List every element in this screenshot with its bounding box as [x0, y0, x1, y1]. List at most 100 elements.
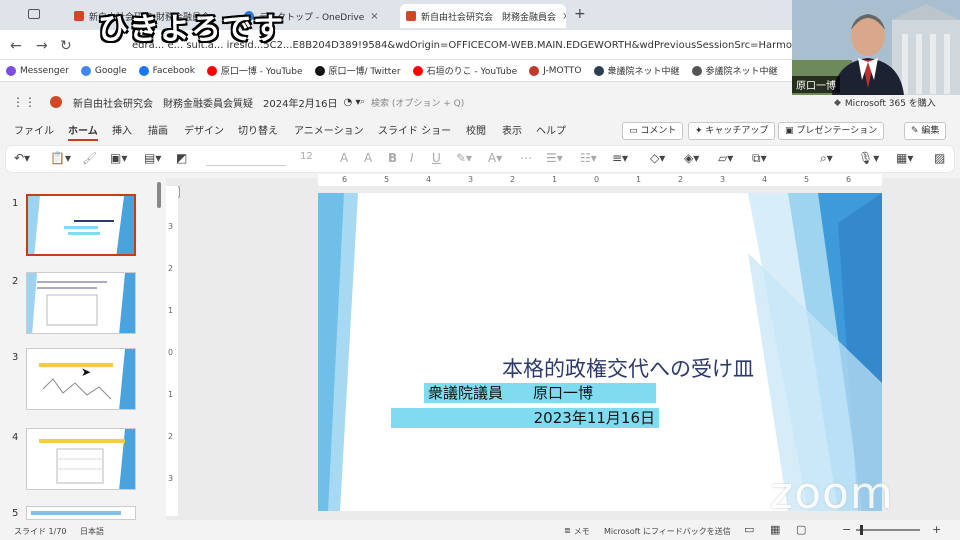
- align-icon[interactable]: ≡▾: [612, 151, 628, 165]
- bookmark-label: 衆議院ネット中継: [607, 67, 680, 77]
- zoom-out-icon[interactable]: −: [842, 523, 851, 536]
- comment-button[interactable]: ▭ コメント: [622, 122, 684, 140]
- thumbnail-graphic: [39, 429, 135, 489]
- reading-view-icon[interactable]: ▢: [796, 523, 806, 536]
- present-button[interactable]: ▣ プレゼンテーション: [778, 122, 885, 140]
- close-icon[interactable]: ×: [370, 11, 378, 22]
- bookmark-item[interactable]: 石垣のりこ - YouTube: [412, 64, 517, 77]
- layout-icon[interactable]: ▤▾: [144, 151, 161, 165]
- font-size-dropdown[interactable]: 12: [300, 151, 313, 162]
- forward-icon[interactable]: →: [36, 38, 48, 54]
- reset-icon[interactable]: ◩: [176, 151, 187, 165]
- zoom-slider-thumb[interactable]: [860, 525, 863, 535]
- new-tab-button[interactable]: +: [574, 6, 586, 22]
- slide-thumbnail-4[interactable]: [26, 428, 136, 490]
- slide-member-line[interactable]: 衆議院議員 原口一博: [424, 383, 656, 403]
- ribbon-toolbar: ↶▾ 📋▾ 🖌 ▣▾ ▤▾ ◩ 12 A A B I U ✎▾ A▾ ⋯ ☰▾ …: [6, 146, 954, 172]
- slide-thumbnail-2[interactable]: [26, 272, 136, 334]
- find-icon[interactable]: ⌕▾: [820, 151, 833, 166]
- ruler-tick-label: 0: [168, 348, 174, 357]
- underline-icon[interactable]: U: [432, 151, 441, 165]
- slide-thumbnail-1[interactable]: [26, 194, 136, 256]
- shapes-icon[interactable]: ◇▾: [650, 151, 665, 165]
- normal-view-icon[interactable]: ▭: [744, 523, 754, 536]
- sidebar-toggle-icon[interactable]: [28, 9, 40, 19]
- ribbon-tab[interactable]: 切り替え: [238, 122, 278, 137]
- ribbon-tab[interactable]: スライド ショー: [378, 122, 451, 137]
- back-icon[interactable]: ←: [10, 38, 22, 54]
- bookmark-item[interactable]: 衆議院ネット中継: [593, 64, 680, 77]
- slide-date-line[interactable]: 2023年11月16日: [391, 408, 659, 428]
- bookmark-item[interactable]: Facebook: [138, 65, 195, 76]
- format-painter-icon[interactable]: 🖌: [82, 151, 97, 165]
- ruler-tick-label: 4: [426, 175, 432, 184]
- ribbon-tab[interactable]: デザイン: [184, 122, 224, 137]
- catchup-button[interactable]: ✦ キャッチアップ: [688, 122, 776, 140]
- slide-background-graphic: [318, 193, 882, 511]
- bookmark-item[interactable]: 参議院ネット中継: [691, 64, 778, 77]
- designer-icon[interactable]: ▦▾: [896, 151, 913, 165]
- slide-thumbnail-3[interactable]: ➤: [26, 348, 136, 410]
- highlight-icon[interactable]: ✎▾: [456, 151, 472, 165]
- bookmark-item[interactable]: J-MOTTO: [529, 65, 582, 76]
- document-title[interactable]: 新自由社会研究会 財務金融委員会質疑 2024年2月16日: [73, 95, 338, 110]
- present-icon: ▣: [785, 126, 797, 136]
- feedback-link[interactable]: Microsoft にフィードバックを送信: [604, 526, 731, 537]
- zoom-in-icon[interactable]: +: [932, 523, 941, 536]
- more-icon[interactable]: ⋯: [520, 151, 532, 165]
- search-box[interactable]: ⌕ 検索 (オプション + Q): [360, 93, 660, 111]
- bookmark-item[interactable]: 原口一博/ Twitter: [314, 64, 401, 77]
- buy-microsoft365-link[interactable]: ◆ Microsoft 365 を購入: [834, 96, 936, 110]
- ruler-tick-label: 2: [510, 175, 516, 184]
- addins-icon[interactable]: ▨: [934, 151, 945, 165]
- sync-status-icon[interactable]: ◔ ▾: [344, 97, 361, 108]
- app-launcher-icon[interactable]: ⋮⋮: [12, 95, 36, 109]
- outline-icon[interactable]: ▱▾: [718, 151, 733, 165]
- fill-icon[interactable]: ◈▾: [684, 151, 699, 165]
- ribbon-tab[interactable]: 表示: [502, 122, 522, 137]
- slide-title[interactable]: 本格的政権交代への受け皿: [502, 353, 754, 383]
- undo-icon[interactable]: ↶▾: [14, 151, 30, 165]
- slide-thumbnail-5[interactable]: [26, 506, 136, 520]
- edit-mode-button[interactable]: ✎ 編集: [904, 122, 947, 140]
- bold-icon[interactable]: B: [388, 151, 397, 165]
- decrease-font-icon[interactable]: A: [364, 151, 372, 165]
- arrange-icon[interactable]: ⧉▾: [752, 151, 767, 166]
- bookmark-label: 原口一博/ Twitter: [328, 67, 401, 77]
- bookmark-label: Messenger: [20, 65, 69, 76]
- close-icon[interactable]: ×: [562, 11, 566, 22]
- ribbon-tab[interactable]: ホーム: [68, 122, 98, 141]
- browser-tab-active[interactable]: 新自由社会研究会 財務金融員会×: [400, 4, 566, 28]
- dictate-icon[interactable]: 🎙▾: [858, 151, 879, 165]
- bullets-icon[interactable]: ☰▾: [546, 151, 563, 165]
- bookmark-item[interactable]: Google: [80, 65, 127, 76]
- webcam-video: 原口一博: [792, 0, 960, 95]
- increase-font-icon[interactable]: A: [340, 151, 348, 165]
- ribbon-tab[interactable]: 描画: [148, 122, 168, 137]
- language-indicator[interactable]: 日本語: [80, 526, 104, 537]
- thumbnail-scrollbar[interactable]: [156, 182, 162, 512]
- clipboard-icon[interactable]: 📋▾: [50, 151, 71, 165]
- numbering-icon[interactable]: ☷▾: [580, 151, 597, 165]
- bookmark-favicon-icon: [691, 65, 702, 76]
- ribbon-tab[interactable]: ヘルプ: [536, 122, 566, 137]
- new-slide-icon[interactable]: ▣▾: [110, 151, 127, 165]
- notes-button[interactable]: ≣ メモ: [564, 526, 590, 537]
- italic-icon[interactable]: I: [410, 151, 414, 165]
- zoom-slider[interactable]: [856, 525, 920, 535]
- ruler-tick-label: 5: [804, 175, 810, 184]
- bookmark-item[interactable]: 原口一博 - YouTube: [206, 64, 303, 77]
- bookmark-item[interactable]: Messenger: [6, 65, 69, 76]
- sorter-view-icon[interactable]: ▦: [770, 523, 780, 536]
- ribbon-tab[interactable]: 挿入: [112, 122, 132, 137]
- ribbon-tab[interactable]: 校閲: [466, 122, 486, 137]
- status-bar: スライド 1/70 日本語 ≣ メモ Microsoft にフィードバックを送信 …: [0, 520, 960, 540]
- ribbon-tab[interactable]: アニメーション: [294, 122, 364, 137]
- reload-icon[interactable]: ↻: [60, 38, 72, 54]
- zoom-logo: zoom: [770, 468, 894, 519]
- ribbon-tab[interactable]: ファイル: [14, 122, 54, 137]
- font-name-dropdown[interactable]: [206, 152, 286, 166]
- present-button-label: プレゼンテーション: [796, 126, 878, 136]
- font-color-icon[interactable]: A▾: [488, 151, 502, 165]
- slide-canvas[interactable]: 本格的政権交代への受け皿 衆議院議員 原口一博 2023年11月16日: [318, 193, 882, 511]
